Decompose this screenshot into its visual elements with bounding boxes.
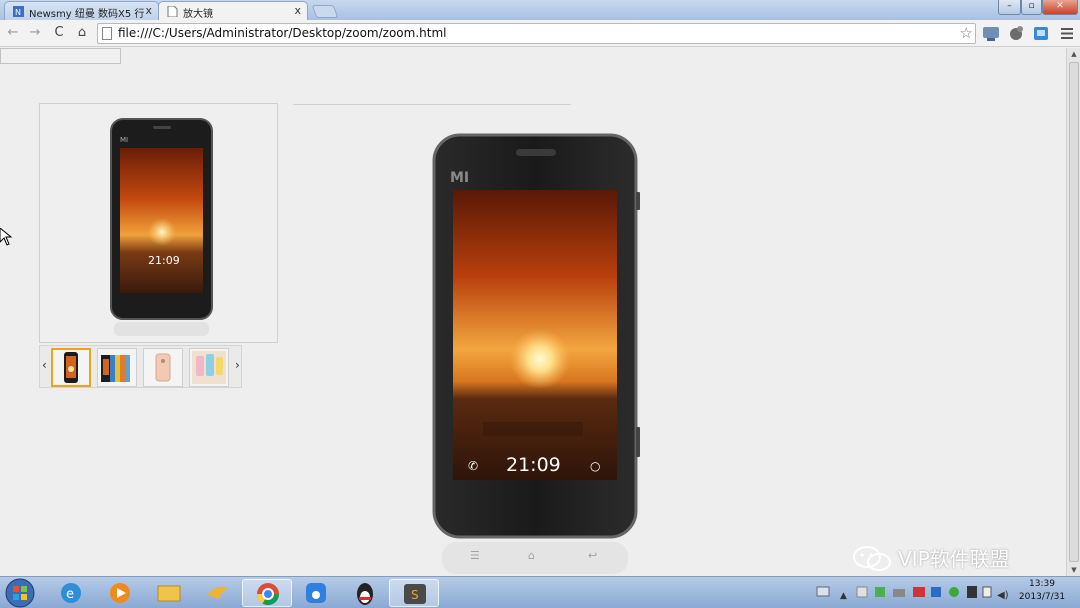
thumbnail-item[interactable]	[97, 348, 137, 387]
home-button[interactable]: ⌂	[73, 24, 91, 42]
svg-text:e: e	[66, 587, 74, 602]
extension-monitor-icon[interactable]	[982, 25, 1000, 42]
tab-label: Newsmy 纽曼 数码X5 行	[29, 9, 145, 20]
forward-button[interactable]: →	[26, 24, 44, 42]
address-bar[interactable]: file:///C:/Users/Administrator/Desktop/z…	[97, 23, 976, 44]
paw-icon	[306, 583, 326, 603]
zoom-box-top-border	[293, 104, 571, 105]
svg-text:▲: ▲	[840, 591, 847, 601]
svg-text:✆: ✆	[468, 459, 478, 473]
clock-date: 2013/7/31	[1018, 592, 1066, 602]
phone-clock: 21:09	[148, 254, 180, 267]
system-clock[interactable]: 13:39 2013/7/31	[1012, 578, 1072, 604]
browser-tab-bar: N Newsmy 纽曼 数码X5 行 x 放大镜 x – ▫ ✕	[0, 0, 1080, 21]
penguin-icon	[357, 583, 373, 605]
browser-toolbar: ← → C ⌂ file:///C:/Users/Administrator/D…	[0, 20, 1080, 47]
site-favicon-icon: N	[13, 6, 24, 17]
start-button-icon[interactable]	[4, 578, 36, 608]
editor-icon: S	[404, 584, 426, 604]
small-image-box[interactable]: MI 21:09	[39, 103, 278, 343]
thumbnail-phone-accessories	[192, 351, 226, 384]
new-tab-button[interactable]	[311, 5, 339, 18]
vertical-scrollbar[interactable]: ▲ ▼	[1066, 48, 1080, 576]
taskbar-media[interactable]	[95, 579, 145, 607]
brand-mark: MI	[450, 170, 469, 186]
phone-clock: 21:09	[506, 454, 561, 476]
taskbar-baidu[interactable]	[291, 579, 341, 607]
tab-label: 放大镜	[183, 9, 213, 20]
scroll-down-icon[interactable]: ▼	[1069, 566, 1079, 574]
scrollbar-thumb[interactable]	[1069, 62, 1079, 562]
zoomed-phone-image: MI 21:09 ✆ ○ ☰ ⌂ ↩	[432, 133, 640, 574]
thumbnail-item[interactable]	[51, 348, 91, 387]
page-icon	[102, 27, 112, 40]
top-empty-box	[0, 48, 121, 64]
close-window-button[interactable]: ✕	[1042, 0, 1078, 15]
bird-icon	[207, 587, 229, 599]
folder-icon	[157, 585, 181, 602]
media-player-icon	[110, 583, 130, 603]
thumb-prev-icon[interactable]: ‹	[42, 358, 47, 372]
mouse-cursor-icon	[0, 228, 12, 246]
thumbnail-strip: ‹ ›	[39, 345, 242, 388]
taskbar-ie[interactable]: e	[46, 579, 96, 607]
close-tab-icon[interactable]: x	[294, 4, 301, 17]
svg-text:N: N	[15, 8, 21, 17]
restore-button[interactable]: ▫	[1021, 0, 1042, 15]
taskbar-sublime[interactable]: S	[389, 579, 439, 607]
thumbnail-phone-front	[64, 352, 78, 383]
minimize-button[interactable]: –	[998, 0, 1021, 15]
wechat-icon	[853, 546, 891, 571]
clock-time: 13:39	[1029, 579, 1055, 589]
small-phone-image: MI 21:09	[110, 118, 213, 336]
scroll-up-icon[interactable]: ▲	[1069, 50, 1079, 58]
tab-zoom[interactable]: 放大镜 x	[158, 1, 308, 21]
extension-puzzle-icon[interactable]	[1007, 25, 1025, 42]
thumbnail-item[interactable]	[143, 348, 183, 387]
svg-text:◀): ◀)	[997, 590, 1009, 601]
bookmark-star-icon[interactable]: ☆	[960, 24, 973, 42]
windows-taskbar: e S ▲ ◀) 13:39 2013/7/31	[0, 576, 1080, 608]
url-text: file:///C:/Users/Administrator/Desktop/z…	[118, 26, 447, 40]
taskbar-qq[interactable]	[340, 579, 390, 607]
page-icon	[167, 6, 178, 17]
thumb-next-icon[interactable]: ›	[235, 358, 240, 372]
reload-button[interactable]: C	[50, 24, 68, 42]
system-tray-icons[interactable]: ▲ ◀)	[815, 577, 1015, 608]
thumbnail-phone-colors	[101, 355, 130, 382]
brand-mark: MI	[120, 136, 128, 144]
chrome-icon	[257, 583, 279, 605]
watermark-text: VIP软件联盟	[898, 547, 1010, 571]
taskbar-explorer[interactable]	[144, 579, 194, 607]
taskbar-chrome[interactable]	[242, 579, 292, 607]
thumbnail-phone-back	[155, 353, 171, 382]
extension-blue-icon[interactable]	[1032, 25, 1050, 42]
menu-icon[interactable]	[1058, 25, 1076, 42]
close-tab-icon[interactable]: x	[145, 4, 152, 17]
back-button[interactable]: ←	[4, 24, 22, 42]
svg-text:○: ○	[590, 459, 600, 473]
tab-newsmy[interactable]: N Newsmy 纽曼 数码X5 行 x	[4, 1, 159, 20]
page-viewport: MI 21:09 MI 21:09 ✆ ○ ☰ ⌂ ↩ ‹ ›	[0, 48, 1066, 576]
taskbar-bird-app[interactable]	[193, 579, 243, 607]
svg-text:S: S	[411, 588, 419, 602]
browser-e-icon: e	[61, 583, 81, 603]
thumbnail-item[interactable]	[189, 348, 229, 387]
